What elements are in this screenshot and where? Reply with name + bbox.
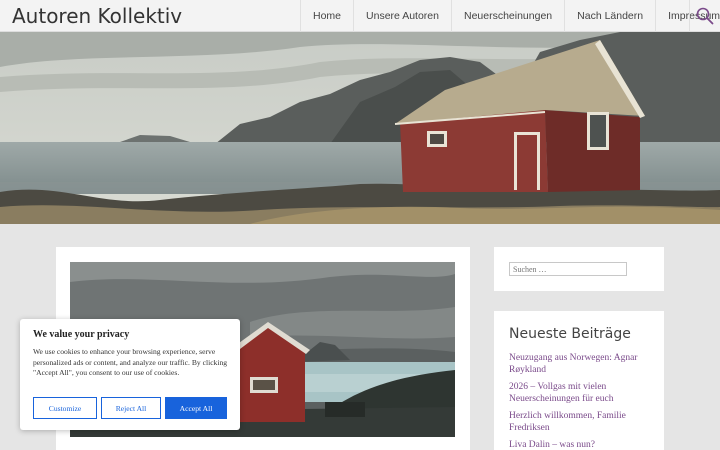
recent-post-link[interactable]: 2026 – Vollgas mit vielen Neuerscheinung… xyxy=(509,381,654,405)
main-nav: Home Unsere Autoren Neuerscheinungen Nac… xyxy=(300,0,720,32)
recent-post-link[interactable]: Liva Dalin – was nun? xyxy=(509,439,654,450)
recent-posts-list: Neuzugang aus Norwegen: Agnar Røykland 2… xyxy=(509,352,654,450)
reject-all-button[interactable]: Reject All xyxy=(101,397,161,419)
header-search-button[interactable] xyxy=(689,0,720,32)
recent-post-link[interactable]: Herzlich willkommen, Familie Fredriksen xyxy=(509,410,654,434)
search-widget xyxy=(494,247,664,291)
recent-posts-title: Neueste Beiträge xyxy=(509,326,631,342)
nav-item-home[interactable]: Home xyxy=(300,0,353,32)
cookie-title: We value your privacy xyxy=(33,329,130,340)
recent-posts-widget: Neueste Beiträge Neuzugang aus Norwegen:… xyxy=(494,311,664,450)
cookie-consent-banner: We value your privacy We use cookies to … xyxy=(20,319,240,430)
site-title[interactable]: Autoren Kollektiv xyxy=(12,4,182,28)
recent-post-link[interactable]: Neuzugang aus Norwegen: Agnar Røykland xyxy=(509,352,654,376)
accept-all-button[interactable]: Accept All xyxy=(165,397,227,419)
site-header: Autoren Kollektiv Home Unsere Autoren Ne… xyxy=(0,0,720,32)
nav-item-neuerscheinungen[interactable]: Neuerscheinungen xyxy=(450,0,564,32)
nav-item-unsere-autoren[interactable]: Unsere Autoren xyxy=(353,0,451,32)
search-icon xyxy=(696,7,714,25)
hero-image xyxy=(0,32,720,224)
customize-button[interactable]: Customize xyxy=(33,397,97,419)
cookie-text: We use cookies to enhance your browsing … xyxy=(33,347,228,377)
nav-item-nach-laendern[interactable]: Nach Ländern xyxy=(564,0,655,32)
sidebar-search-input[interactable] xyxy=(509,262,627,276)
